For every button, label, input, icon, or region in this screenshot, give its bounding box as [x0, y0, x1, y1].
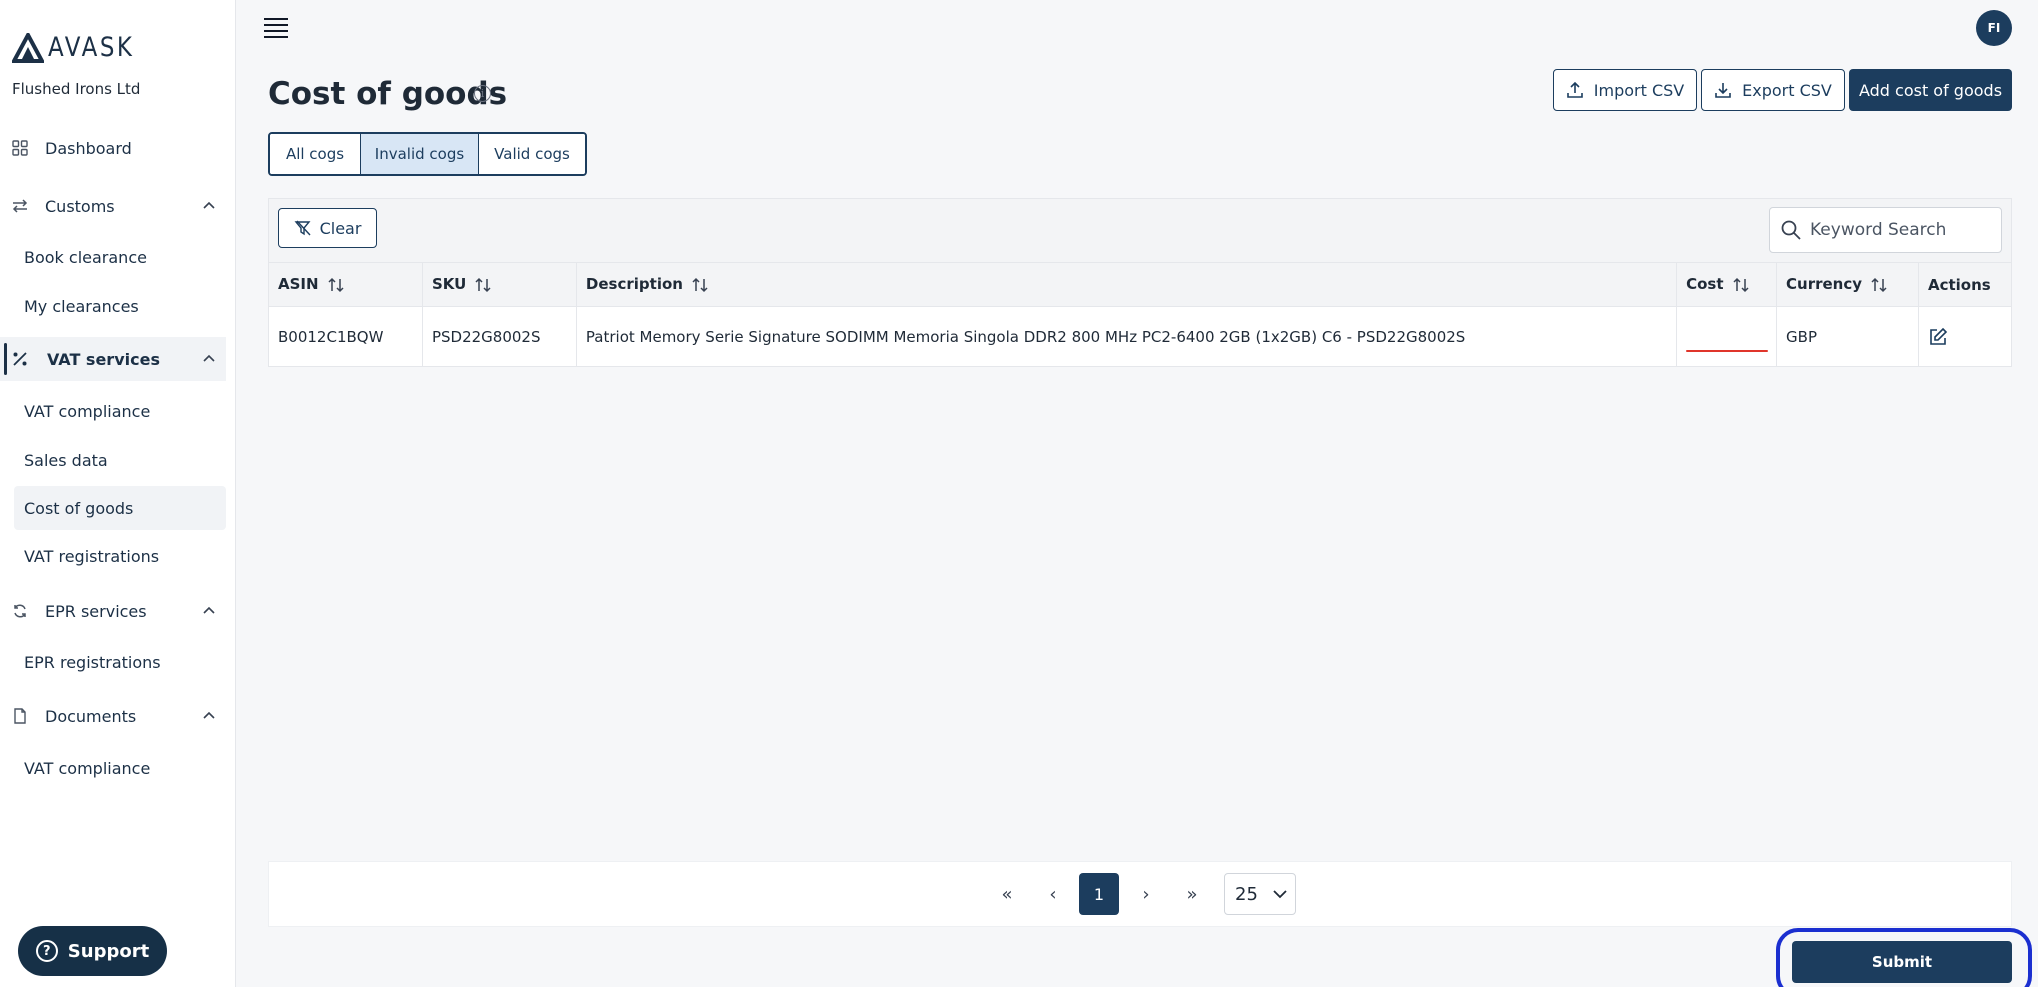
- edit-icon[interactable]: [1928, 327, 1948, 347]
- first-page-icon[interactable]: «: [992, 873, 1022, 915]
- nav-vat-services[interactable]: VAT services: [0, 337, 226, 381]
- clear-filters-button[interactable]: Clear: [278, 208, 377, 248]
- support-button[interactable]: ? Support: [18, 926, 167, 976]
- logo-text: AVASK: [48, 32, 135, 63]
- upload-icon: [1566, 81, 1583, 98]
- prev-page-icon[interactable]: ‹: [1038, 873, 1068, 915]
- nav-cost-of-goods[interactable]: Cost of goods: [14, 486, 226, 530]
- col-sku[interactable]: SKU: [421, 262, 577, 307]
- table-row: B0012C1BQW PSD22G8002S Patriot Memory Se…: [268, 306, 2013, 367]
- col-currency[interactable]: Currency: [1776, 262, 1919, 307]
- export-csv-button[interactable]: Export CSV: [1701, 69, 1845, 111]
- nav-dashboard[interactable]: Dashboard: [0, 126, 226, 170]
- sidebar: AVASK Flushed Irons Ltd Dashboard Custom…: [0, 0, 236, 987]
- cell-actions: [1917, 306, 2013, 367]
- col-asin[interactable]: ASIN: [268, 262, 423, 307]
- search-input[interactable]: [1810, 220, 1990, 240]
- support-label: Support: [67, 940, 150, 962]
- nav-docs-vat-compliance[interactable]: VAT compliance: [14, 746, 226, 790]
- add-cost-of-goods-button[interactable]: Add cost of goods: [1849, 69, 2012, 111]
- nav-epr-services[interactable]: EPR services: [0, 589, 226, 633]
- sort-icon: [692, 277, 708, 292]
- export-csv-label: Export CSV: [1742, 80, 1832, 100]
- menu-icon[interactable]: [264, 18, 288, 38]
- sort-icon: [328, 277, 344, 292]
- chevron-down-icon: [1273, 890, 1287, 899]
- filter-clear-icon: [294, 220, 311, 236]
- chevron-up-icon[interactable]: [202, 709, 216, 723]
- tab-valid-cogs[interactable]: Valid cogs: [479, 134, 585, 174]
- avask-logo[interactable]: AVASK: [12, 32, 150, 63]
- import-csv-label: Import CSV: [1593, 80, 1685, 100]
- sort-icon: [1732, 277, 1749, 292]
- submit-button[interactable]: Submit: [1792, 941, 2012, 983]
- cell-description: Patriot Memory Serie Signature SODIMM Me…: [575, 306, 1678, 367]
- cell-cost-input[interactable]: [1676, 306, 1778, 367]
- page-size-value: 25: [1235, 883, 1258, 905]
- nav-documents[interactable]: Documents: [0, 694, 226, 738]
- next-page-icon[interactable]: ›: [1131, 873, 1161, 915]
- percent-icon: [11, 350, 29, 368]
- search-icon: [1781, 220, 1801, 240]
- grid-icon: [11, 139, 29, 157]
- col-actions: Actions: [1917, 262, 2013, 307]
- nav-sales-data[interactable]: Sales data: [14, 438, 226, 482]
- cost-invalid-underline: [1686, 350, 1769, 352]
- nav-epr-registrations[interactable]: EPR registrations: [14, 640, 226, 684]
- nav-dashboard-label: Dashboard: [45, 138, 132, 158]
- info-icon[interactable]: i: [474, 85, 491, 102]
- cell-sku: PSD22G8002S: [421, 306, 577, 367]
- cell-asin: B0012C1BQW: [268, 306, 423, 367]
- page-number-current[interactable]: 1: [1079, 873, 1119, 915]
- refresh-icon: [11, 602, 29, 620]
- nav-epr-services-label: EPR services: [45, 601, 147, 621]
- nav-my-clearances[interactable]: My clearances: [14, 284, 226, 328]
- help-icon: ?: [35, 940, 58, 962]
- col-description[interactable]: Description: [575, 262, 1678, 307]
- arrows-swap-icon: [11, 197, 29, 215]
- avask-logo-icon: [12, 32, 44, 63]
- cogs-filter-tabs: All cogs Invalid cogs Valid cogs: [268, 132, 587, 176]
- col-cost[interactable]: Cost: [1676, 262, 1778, 307]
- last-page-icon[interactable]: »: [1177, 873, 1207, 915]
- page-size-select[interactable]: 25: [1224, 873, 1296, 915]
- chevron-up-icon[interactable]: [202, 604, 216, 618]
- avatar[interactable]: FI: [1976, 10, 2012, 46]
- nav-vat-compliance[interactable]: VAT compliance: [14, 389, 226, 433]
- nav-vat-services-label: VAT services: [47, 349, 160, 369]
- keyword-search[interactable]: [1769, 207, 2002, 253]
- chevron-up-icon[interactable]: [202, 199, 216, 213]
- nav-customs[interactable]: Customs: [0, 184, 226, 228]
- chevron-up-icon[interactable]: [202, 352, 216, 366]
- nav-customs-label: Customs: [45, 196, 115, 216]
- sort-icon: [1871, 277, 1887, 292]
- nav-documents-label: Documents: [45, 706, 137, 726]
- cogs-table: ASIN SKU Description Cost Currency Actio…: [268, 262, 2013, 367]
- import-csv-button[interactable]: Import CSV: [1553, 69, 1697, 111]
- page-title: Cost of goods: [268, 76, 508, 112]
- company-name: Flushed Irons Ltd: [12, 80, 141, 98]
- tab-invalid-cogs[interactable]: Invalid cogs: [361, 134, 479, 174]
- sort-icon: [475, 277, 491, 292]
- nav-vat-registrations[interactable]: VAT registrations: [14, 534, 226, 578]
- download-icon: [1715, 83, 1731, 98]
- document-icon: [11, 707, 29, 725]
- nav-book-clearance[interactable]: Book clearance: [14, 235, 226, 279]
- tab-all-cogs[interactable]: All cogs: [270, 134, 361, 174]
- table-header-row: ASIN SKU Description Cost Currency Actio…: [268, 262, 2013, 307]
- cell-currency: GBP: [1776, 306, 1919, 367]
- clear-label: Clear: [319, 218, 362, 238]
